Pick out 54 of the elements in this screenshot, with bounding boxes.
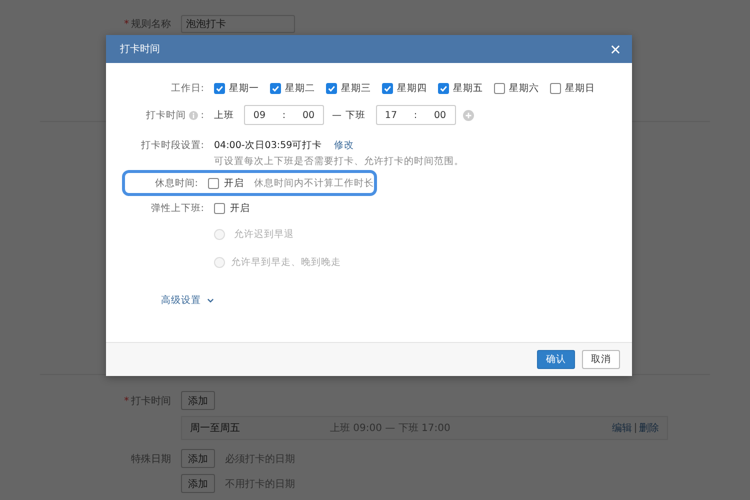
advanced-settings-link[interactable]: 高级设置 (161, 294, 214, 306)
checkbox[interactable] (208, 178, 219, 188)
time-input[interactable]: 09 : 00 (244, 105, 324, 125)
required-mark: * (124, 396, 129, 406)
checkbox[interactable] (550, 82, 561, 94)
info-icon (188, 110, 198, 120)
schedule-days: 周一至周五 (190, 421, 330, 435)
field-label: 打卡时间 (146, 108, 186, 122)
field-label: 弹性上下班: (150, 202, 204, 214)
hint-text: 休息时间内不计算工作时长 (254, 176, 374, 190)
field-label: 规则名称 (131, 19, 171, 30)
field-label: 工作日: (170, 82, 204, 94)
chevron-down-icon (207, 298, 214, 302)
checkbox-label: 星期一 (229, 82, 259, 94)
close-icon[interactable] (611, 44, 620, 54)
rule-name-input[interactable]: 泡泡打卡 (181, 15, 295, 33)
dash-text: — (332, 110, 342, 120)
radio-label: 允许迟到早退 (234, 228, 294, 240)
checkbox[interactable] (326, 82, 337, 94)
field-label: 休息时间: (154, 176, 198, 190)
checkbox[interactable] (214, 202, 225, 214)
checkbox-label: 星期六 (509, 82, 539, 94)
start-label: 上班 (214, 108, 234, 122)
end-label: 下班 (346, 108, 366, 122)
field-label: 打卡时段设置: (140, 138, 204, 152)
dialog-title: 打卡时间 (120, 42, 160, 56)
checkbox-label: 开启 (230, 202, 250, 214)
cancel-button[interactable]: 取消 (582, 350, 620, 369)
checkbox-label: 星期五 (453, 82, 483, 94)
add-button[interactable]: 添加 (181, 474, 215, 493)
checkbox[interactable] (270, 82, 281, 94)
add-button[interactable]: 添加 (181, 391, 215, 410)
time-input[interactable]: 17 : 00 (376, 105, 456, 125)
checkbox-label: 星期三 (341, 82, 371, 94)
label-colon: : (200, 110, 204, 120)
action-link[interactable]: 编辑 (612, 421, 632, 435)
checkbox-label: 星期四 (397, 82, 427, 94)
checkbox[interactable] (214, 82, 225, 94)
checkbox[interactable] (438, 82, 449, 94)
action-link[interactable]: 删除 (639, 421, 659, 435)
required-mark: * (124, 19, 129, 30)
hint-text: 可设置每次上下班是否需要打卡、允许打卡的时间范围。 (214, 155, 464, 168)
add-button[interactable]: 添加 (181, 449, 215, 468)
checkbox-label: 星期二 (285, 82, 315, 94)
period-text: 04:00-次日03:59可打卡 (214, 138, 322, 152)
confirm-button[interactable]: 确认 (537, 350, 575, 369)
checkbox[interactable] (382, 82, 393, 94)
checkbox-label: 开启 (224, 176, 244, 190)
radio-label: 允许早到早走、晚到晚走 (231, 256, 341, 268)
edit-link[interactable]: 修改 (334, 138, 354, 152)
field-label: 打卡时间 (131, 396, 171, 406)
field-label: 特殊日期 (130, 452, 171, 466)
checkbox-label: 星期日 (565, 82, 595, 94)
checkbox[interactable] (494, 82, 505, 94)
